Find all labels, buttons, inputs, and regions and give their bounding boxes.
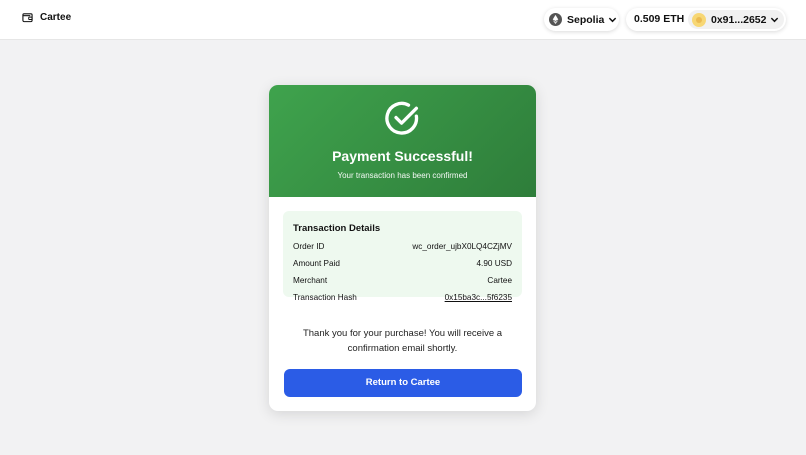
ethereum-icon [549, 13, 562, 26]
account-button[interactable]: 0.509 ETH 0x91...2652 [626, 8, 786, 31]
details-heading: Transaction Details [293, 223, 381, 234]
detail-value: wc_order_ujbX0LQ4CZjMV [412, 242, 512, 251]
success-subtitle: Your transaction has been confirmed [337, 171, 468, 180]
chevron-down-icon [609, 17, 617, 23]
top-bar: Cartee Sepolia 0.509 ETH 0x91...2652 [0, 0, 806, 40]
detail-label: Order ID [293, 242, 325, 251]
network-name: Sepolia [567, 13, 605, 26]
success-title: Payment Successful! [332, 148, 473, 164]
detail-row-order-id: Order ID wc_order_ujbX0LQ4CZjMV [293, 242, 512, 254]
detail-row-amount: Amount Paid 4.90 USD [293, 259, 512, 271]
thank-you-message: Thank you for your purchase! You will re… [302, 328, 503, 354]
detail-label: Amount Paid [293, 259, 340, 268]
eth-balance: 0.509 ETH [634, 13, 685, 25]
avatar [692, 12, 706, 27]
success-header: Payment Successful! Your transaction has… [269, 85, 536, 197]
transaction-hash-link[interactable]: 0x15ba3c...5f6235 [445, 293, 512, 305]
detail-row-merchant: Merchant Cartee [293, 276, 512, 288]
wallet-address: 0x91...2652 [711, 13, 767, 26]
detail-value: Cartee [487, 276, 512, 285]
brand[interactable]: Cartee [22, 12, 71, 23]
network-selector[interactable]: Sepolia [544, 8, 619, 31]
detail-row-tx-hash: Transaction Hash 0x15ba3c...5f6235 [293, 293, 512, 305]
wallet-icon [22, 13, 33, 23]
check-circle-icon [385, 101, 419, 135]
detail-label: Transaction Hash [293, 293, 357, 302]
transaction-details: Transaction Details Order ID wc_order_uj… [283, 211, 522, 302]
payment-success-card: Payment Successful! Your transaction has… [269, 85, 536, 411]
brand-name: Cartee [40, 12, 72, 23]
return-button[interactable]: Return to Cartee [284, 369, 522, 397]
account-chip[interactable]: 0x91...2652 [688, 10, 784, 29]
detail-value: 4.90 USD [476, 259, 513, 268]
chevron-down-icon [771, 17, 779, 23]
detail-label: Merchant [293, 276, 328, 285]
